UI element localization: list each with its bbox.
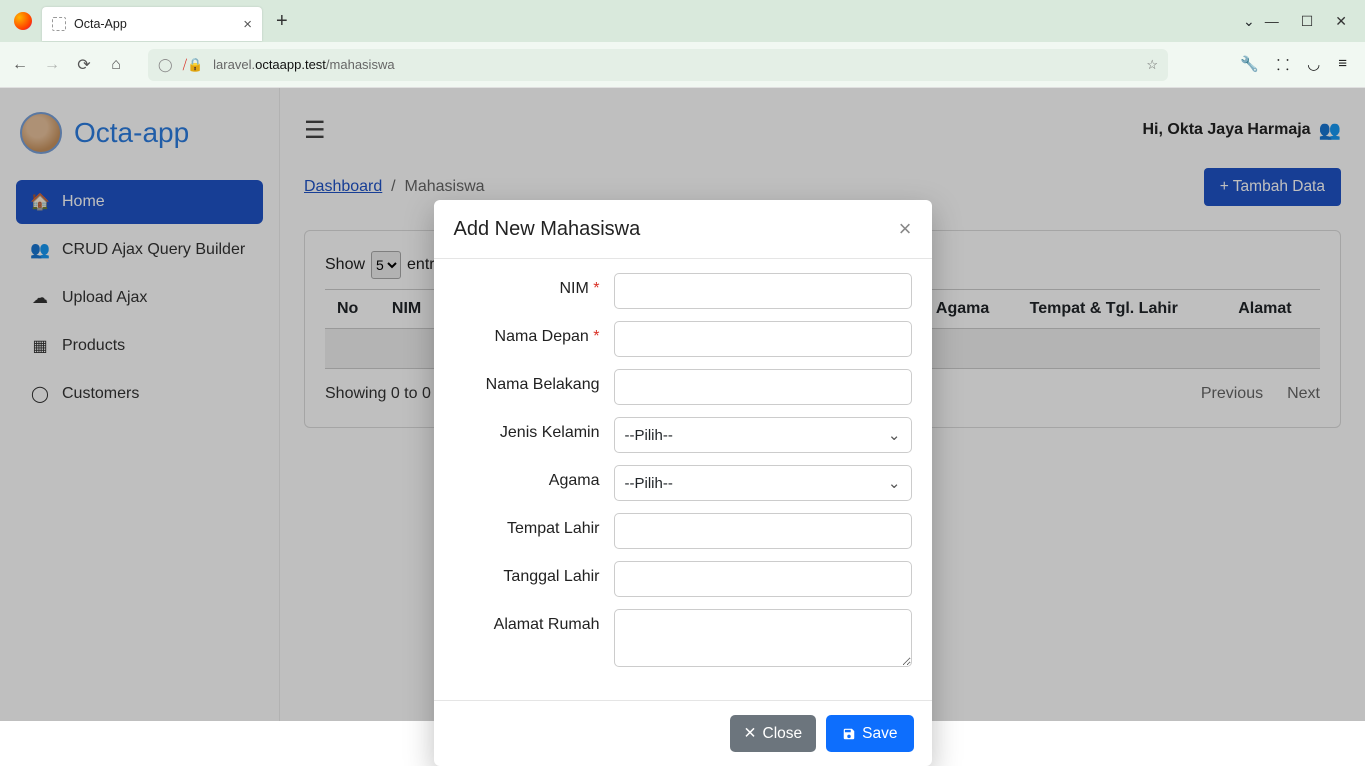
- home-toolbar-icon[interactable]: ⌂: [106, 56, 126, 74]
- tab-title: Octa-App: [74, 17, 235, 31]
- input-nim[interactable]: [614, 273, 912, 309]
- label-tanggal-lahir: Tanggal Lahir: [503, 568, 599, 585]
- puzzle-icon[interactable]: ⸬: [1277, 55, 1289, 75]
- app-root: Octa-app 🏠 Home 👥 CRUD Ajax Query Builde…: [0, 88, 1365, 721]
- input-tempat-lahir[interactable]: [614, 513, 912, 549]
- input-nama-depan[interactable]: [614, 321, 912, 357]
- input-tanggal-lahir[interactable]: [614, 561, 912, 597]
- forward-icon[interactable]: →: [42, 56, 62, 74]
- url-text: laravel.octaapp.test/mahasiswa: [213, 57, 1136, 72]
- reload-icon[interactable]: ⟳: [74, 55, 94, 75]
- browser-titlebar: Octa-App × + ⌄ — ☐ ✕: [0, 0, 1365, 42]
- window-maximize-icon[interactable]: ☐: [1301, 13, 1314, 30]
- tab-favicon: [52, 17, 66, 31]
- tab-close-icon[interactable]: ×: [243, 16, 252, 33]
- menu-hamburger-icon[interactable]: ≡: [1338, 55, 1347, 75]
- save-disk-icon: [842, 727, 856, 741]
- select-agama[interactable]: --Pilih-- ⌄: [614, 465, 912, 501]
- input-nama-belakang[interactable]: [614, 369, 912, 405]
- label-nama-depan: Nama Depan: [495, 328, 589, 345]
- label-agama: Agama: [549, 472, 600, 489]
- browser-toolbar: ← → ⟳ ⌂ ◯ ⧸🔒 laravel.octaapp.test/mahasi…: [0, 42, 1365, 88]
- pocket-icon[interactable]: ◡: [1307, 55, 1320, 75]
- back-icon[interactable]: ←: [10, 56, 30, 74]
- tabs-dropdown-icon[interactable]: ⌄: [1243, 13, 1255, 30]
- window-close-icon[interactable]: ✕: [1335, 13, 1347, 30]
- window-minimize-icon[interactable]: —: [1265, 13, 1279, 30]
- input-alamat-rumah[interactable]: [614, 609, 912, 667]
- browser-tab[interactable]: Octa-App ×: [42, 7, 262, 41]
- select-jenis-kelamin[interactable]: --Pilih-- ⌄: [614, 417, 912, 453]
- chevron-down-icon: ⌄: [888, 474, 901, 492]
- modal-close-icon[interactable]: ×: [899, 216, 912, 242]
- label-jenis-kelamin: Jenis Kelamin: [500, 424, 600, 441]
- label-alamat-rumah: Alamat Rumah: [494, 616, 600, 633]
- label-nim: NIM: [559, 280, 588, 297]
- insecure-lock-icon: ⧸🔒: [183, 57, 204, 73]
- add-mahasiswa-modal: Add New Mahasiswa × NIM * Nama Depan * N…: [434, 200, 932, 766]
- label-tempat-lahir: Tempat Lahir: [507, 520, 600, 537]
- shield-icon: ◯: [158, 57, 173, 73]
- bookmark-star-icon[interactable]: ☆: [1146, 57, 1158, 73]
- url-bar[interactable]: ◯ ⧸🔒 laravel.octaapp.test/mahasiswa ☆: [148, 49, 1168, 81]
- close-x-icon: ✕: [744, 724, 757, 743]
- chevron-down-icon: ⌄: [888, 426, 901, 444]
- wrench-icon[interactable]: 🔧: [1240, 55, 1259, 75]
- firefox-icon: [14, 12, 32, 30]
- label-nama-belakang: Nama Belakang: [486, 376, 600, 393]
- new-tab-button[interactable]: +: [276, 10, 288, 33]
- modal-title: Add New Mahasiswa: [454, 218, 641, 241]
